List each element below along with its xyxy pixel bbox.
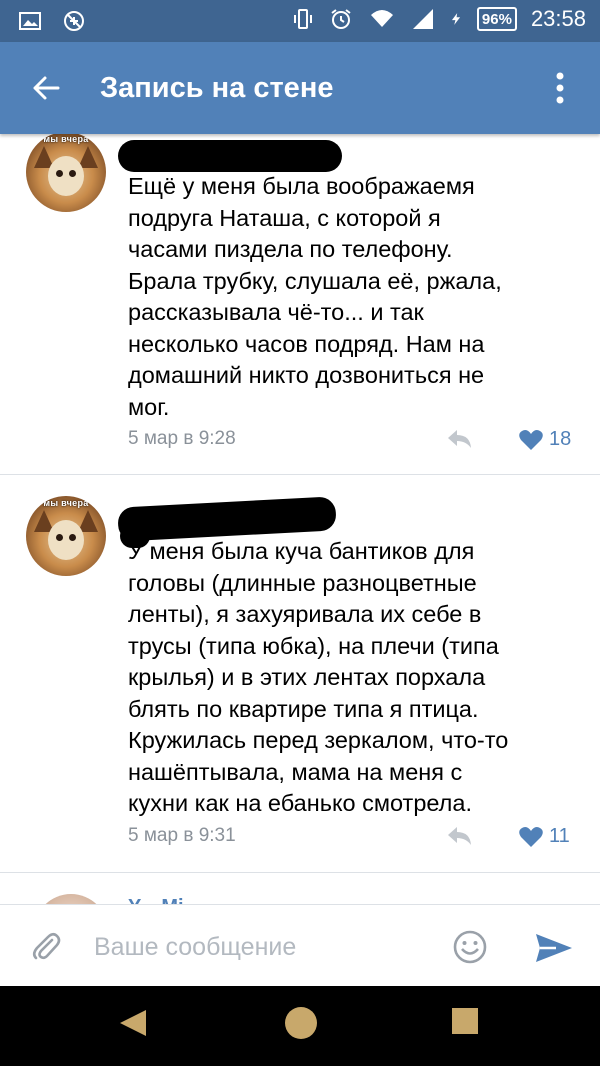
reply-icon[interactable] bbox=[444, 823, 474, 849]
back-arrow-icon[interactable] bbox=[30, 72, 62, 104]
charging-icon bbox=[451, 13, 460, 25]
heart-icon[interactable] bbox=[518, 825, 544, 849]
signal-icon bbox=[412, 9, 433, 29]
like-count: 11 bbox=[549, 825, 570, 847]
vibrate-icon bbox=[293, 9, 312, 29]
nav-back-icon[interactable] bbox=[118, 1008, 148, 1038]
message-composer bbox=[0, 904, 600, 987]
author-name[interactable]: Y... Mi... bbox=[128, 896, 200, 904]
avatar-caption: мы вчера bbox=[43, 134, 89, 144]
more-vert-icon[interactable] bbox=[544, 70, 576, 106]
send-icon[interactable] bbox=[534, 931, 574, 965]
author-name-redacted[interactable] bbox=[118, 140, 342, 172]
divider bbox=[0, 474, 600, 475]
message-input[interactable] bbox=[92, 925, 436, 969]
no-location-icon bbox=[64, 11, 84, 31]
avatar[interactable]: мы вчера bbox=[26, 134, 106, 212]
image-icon bbox=[19, 12, 41, 30]
avatar[interactable]: мы вчера bbox=[26, 496, 106, 576]
comment-date: 5 мар в 9:28 bbox=[128, 428, 236, 449]
nav-recents-icon[interactable] bbox=[452, 1008, 478, 1034]
comments-list: мы вчера Ещё у меня была воображаемя под… bbox=[0, 134, 600, 904]
attach-icon[interactable] bbox=[30, 931, 62, 963]
battery-indicator: 96% bbox=[476, 7, 517, 31]
app-bar: Запись на стене bbox=[0, 42, 600, 134]
emoji-icon[interactable] bbox=[452, 929, 488, 965]
comment-date: 5 мар в 9:31 bbox=[128, 825, 236, 846]
clock: 23:58 bbox=[530, 6, 586, 31]
comment-text: Ещё у меня была воображаемя подруга Ната… bbox=[128, 173, 502, 420]
comment-meta: 5 мар в 9:28 18 bbox=[128, 424, 576, 454]
heart-icon[interactable] bbox=[518, 428, 544, 452]
reply-icon[interactable] bbox=[444, 426, 474, 452]
nav-home-icon[interactable] bbox=[284, 1006, 318, 1040]
page-title: Запись на стене bbox=[100, 72, 334, 104]
avatar[interactable] bbox=[34, 894, 108, 904]
author-name-redacted[interactable] bbox=[117, 496, 337, 542]
system-nav-bar bbox=[0, 986, 600, 1066]
divider bbox=[0, 872, 600, 873]
comment-text: У меня была куча бантиков для головы (дл… bbox=[128, 538, 509, 816]
comment-meta: 5 мар в 9:31 11 bbox=[128, 821, 576, 851]
like-count: 18 bbox=[549, 428, 572, 450]
alarm-icon bbox=[331, 9, 351, 29]
status-bar: 96% 23:58 bbox=[0, 0, 600, 42]
wifi-icon bbox=[370, 10, 393, 27]
avatar-caption: мы вчера bbox=[43, 498, 89, 508]
